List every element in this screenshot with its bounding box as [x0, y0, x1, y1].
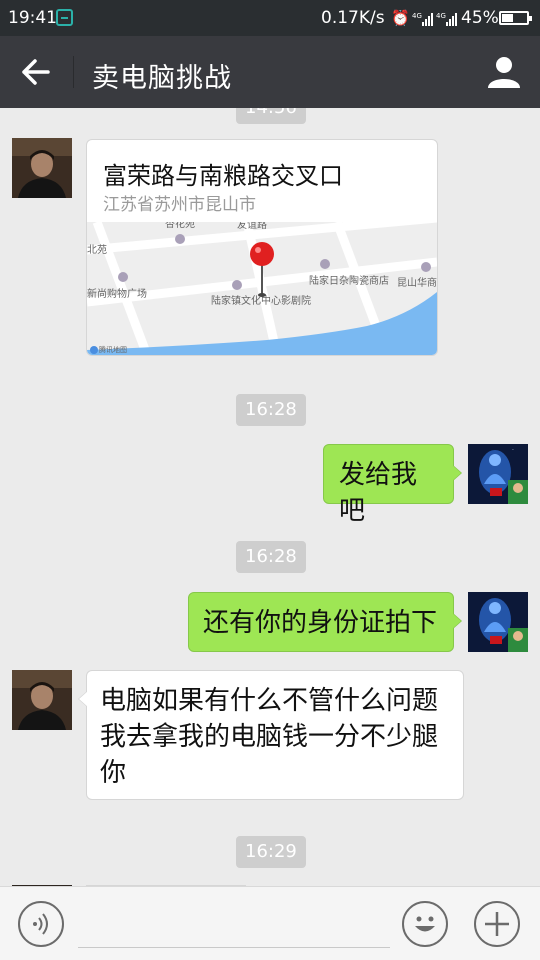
- message-line: 你: [100, 758, 127, 788]
- message-line: 电脑如果有什么不管什么问题: [100, 686, 439, 716]
- battery-percent: 45%: [461, 8, 499, 28]
- battery-icon: [499, 11, 532, 25]
- message-line: 我去拿我的电脑钱一分不少腿: [100, 722, 439, 752]
- input-bar: [0, 886, 540, 960]
- more-button[interactable]: [474, 901, 520, 947]
- my-avatar[interactable]: [468, 592, 528, 652]
- svg-text:4G: 4G: [412, 12, 422, 20]
- alarm-icon: ⏰: [391, 9, 410, 27]
- location-address: 江苏省苏州市昆山市: [103, 195, 256, 215]
- network-speed: 0.17K/s: [321, 8, 385, 28]
- svg-text:·: ·: [512, 447, 514, 454]
- map-label: 昆山华商务宾: [397, 276, 437, 289]
- map-label: 友谊路: [237, 222, 267, 231]
- message-bubble-outgoing[interactable]: 还有你的身份证拍下: [188, 592, 462, 652]
- timestamp: 16:28: [236, 394, 306, 426]
- map-label: 北苑: [87, 243, 107, 256]
- voice-icon: [33, 913, 48, 935]
- chat-header: 卖电脑挑战: [0, 36, 540, 108]
- contact-avatar[interactable]: [12, 138, 72, 198]
- plus-icon: [485, 912, 509, 936]
- contact-avatar[interactable]: [12, 670, 72, 730]
- svg-text:4G: 4G: [436, 12, 446, 20]
- location-title: 富荣路与南粮路交叉口: [103, 162, 343, 190]
- profile-icon[interactable]: [484, 54, 524, 90]
- message-bubble-outgoing[interactable]: 发给我吧: [323, 444, 462, 526]
- map-label: 杏花苑: [165, 222, 195, 230]
- header-divider: [73, 56, 74, 88]
- message-bubble-incoming[interactable]: 电脑如果有什么不管什么问题 我去拿我的电脑钱一分不少腿 你: [78, 670, 464, 800]
- timestamp: 16:29: [236, 836, 306, 868]
- emoji-button[interactable]: [402, 901, 448, 947]
- my-avatar[interactable]: ·: [468, 444, 528, 504]
- back-arrow-icon[interactable]: [16, 54, 56, 90]
- screenshot-icon: [56, 9, 73, 26]
- map-label: 新尚购物广场: [87, 287, 147, 300]
- status-bar: 19:41 0.17K/s ⏰ 4G 4G 45%: [0, 0, 540, 36]
- chat-area[interactable]: 14:56 富荣路与南粮路交叉口 江苏省苏州市昆山市: [0, 108, 540, 886]
- timestamp: 14:56: [236, 108, 306, 124]
- voice-button[interactable]: [18, 901, 64, 947]
- signal-icon: 4G 4G: [412, 12, 457, 26]
- status-time: 19:41: [8, 8, 57, 28]
- emoji-icon: [415, 916, 435, 932]
- message-input[interactable]: [78, 947, 390, 948]
- map-preview[interactable]: 杏花苑 友谊路 北苑 新尚购物广场 陆家镇文化中心影剧院 陆家日杂陶瓷商店 昆山…: [87, 222, 437, 355]
- map-logo: 腾讯地图: [99, 345, 127, 354]
- map-label: 陆家日杂陶瓷商店: [309, 274, 389, 287]
- chat-title: 卖电脑挑战: [92, 63, 232, 94]
- location-message[interactable]: 富荣路与南粮路交叉口 江苏省苏州市昆山市 杏花苑 友谊路 北苑 新尚购物广场 陆…: [86, 139, 438, 356]
- timestamp: 16:28: [236, 541, 306, 573]
